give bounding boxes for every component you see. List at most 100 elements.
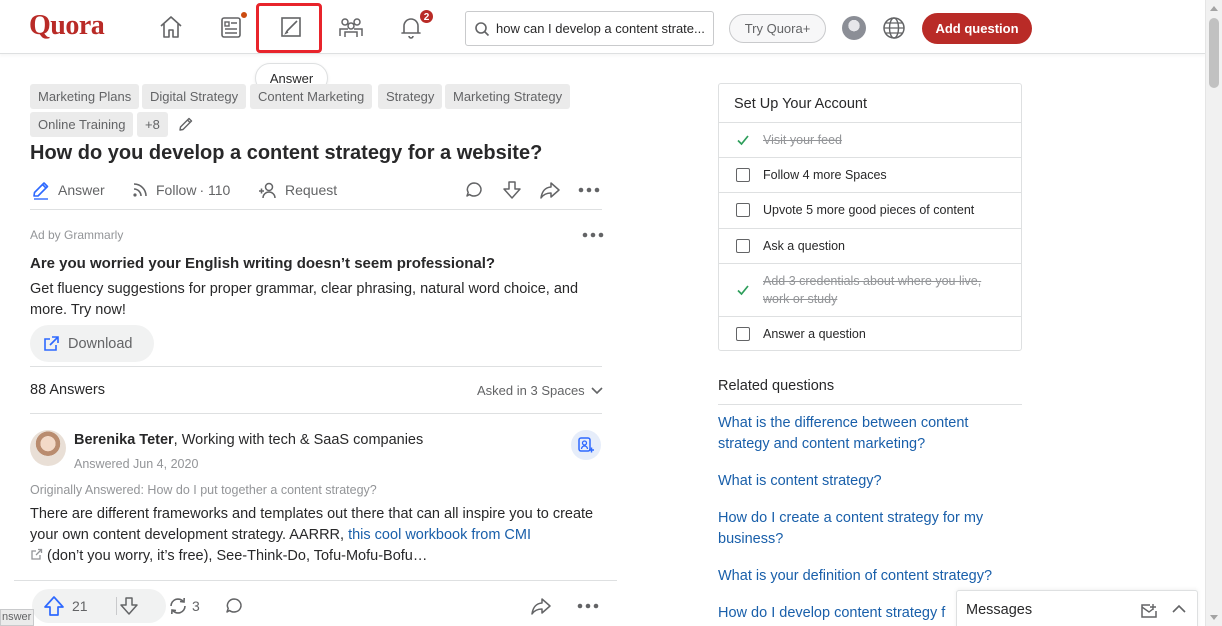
setup-item-label: Upvote 5 more good pieces of content [763, 203, 975, 217]
follow-person-icon [578, 437, 594, 453]
reshare-icon [170, 597, 186, 615]
answer-comment-icon[interactable] [224, 589, 244, 623]
topic-chip[interactable]: Strategy [378, 84, 443, 109]
ad-label[interactable]: Ad by Grammarly [30, 228, 123, 242]
setup-item[interactable]: Answer a question [719, 316, 1021, 351]
related-questions-title: Related questions [718, 378, 835, 394]
answer-share-icon[interactable] [530, 589, 552, 623]
follow-label: Follow [156, 182, 197, 198]
answer-date[interactable]: Answered Jun 4, 2020 [74, 457, 198, 471]
setup-item-label: Answer a question [763, 327, 866, 341]
page-scrollbar[interactable] [1205, 0, 1222, 626]
messages-label: Messages [966, 602, 1033, 618]
spaces-icon[interactable] [334, 10, 368, 44]
topic-chip[interactable]: Marketing Plans [30, 84, 140, 109]
share-count-button[interactable]: 3 [167, 589, 200, 623]
scroll-up-arrow-icon[interactable] [1210, 6, 1218, 11]
upvote-button[interactable]: 21 [42, 589, 88, 623]
share-icon[interactable] [539, 176, 561, 204]
divider [30, 209, 602, 210]
setup-item-label: Add 3 credentials about where you live, … [763, 274, 982, 306]
pill-divider [116, 597, 117, 615]
corner-status-tab: nswer [0, 609, 34, 626]
share-count: 3 [192, 598, 200, 614]
topic-chip[interactable]: Content Marketing [250, 84, 373, 109]
related-question-link[interactable]: How do I create a content strategy for m… [718, 508, 1018, 550]
setup-item-label: Visit your feed [763, 133, 842, 147]
request-button[interactable]: Request [257, 176, 337, 204]
red-highlight-annotation [256, 3, 322, 53]
related-question-link[interactable]: What is your definition of content strat… [718, 566, 1018, 587]
setup-card-title: Set Up Your Account [734, 96, 868, 112]
language-globe-icon[interactable] [881, 15, 907, 41]
answer-text-part2: (don’t you worry, it’s free), See-Think-… [47, 548, 428, 564]
upvote-arrow-icon [44, 596, 64, 616]
follow-question-button[interactable]: Follow · 110 [130, 176, 230, 204]
compose-message-icon[interactable] [1140, 603, 1158, 619]
checkmark-icon [737, 285, 749, 296]
profile-avatar[interactable] [842, 16, 866, 40]
download-label: Download [68, 335, 133, 352]
more-options-icon[interactable] [578, 176, 600, 204]
downvote-button[interactable] [118, 589, 140, 623]
setup-item[interactable]: Visit your feed [719, 122, 1021, 157]
more-topics-chip[interactable]: +8 [137, 112, 168, 137]
quora-logo[interactable]: Quora [29, 10, 105, 42]
divider [30, 366, 602, 367]
answer-button[interactable]: Answer [30, 176, 105, 204]
comment-icon[interactable] [464, 176, 484, 204]
ad-more-options-icon[interactable] [582, 228, 604, 242]
setup-item[interactable]: Follow 4 more Spaces [719, 157, 1021, 192]
question-title[interactable]: How do you develop a content strategy fo… [30, 142, 542, 165]
search-box[interactable] [465, 11, 714, 46]
checkbox-icon[interactable] [736, 168, 750, 182]
topic-chip[interactable]: Online Training [30, 112, 134, 137]
scrollbar-thumb[interactable] [1209, 18, 1219, 88]
setup-item[interactable]: Ask a question [719, 228, 1021, 263]
author-name[interactable]: Berenika Teter [74, 432, 174, 448]
feed-notification-dot [240, 11, 248, 19]
home-icon[interactable] [154, 10, 188, 44]
search-icon [475, 21, 490, 36]
checkbox-icon[interactable] [736, 239, 750, 253]
add-question-button[interactable]: Add question [922, 13, 1032, 44]
chevron-down-icon [591, 386, 603, 394]
upvote-count: 21 [72, 598, 88, 614]
asked-in-spaces-dropdown[interactable]: Asked in 3 Spaces [477, 383, 603, 398]
checkbox-icon[interactable] [736, 327, 750, 341]
answer-body[interactable]: There are different frameworks and templ… [30, 504, 610, 567]
setup-account-card: Set Up Your Account Visit your feed Foll… [718, 83, 1022, 351]
notification-count-badge: 2 [419, 9, 434, 24]
answers-count: 88 Answers [30, 382, 105, 398]
originally-answered[interactable]: Originally Answered: How do I put togeth… [30, 483, 377, 497]
ad-download-button[interactable]: Download [30, 325, 154, 362]
topic-chip[interactable]: Marketing Strategy [445, 84, 571, 109]
downvote-icon[interactable] [501, 176, 523, 204]
cmi-workbook-link[interactable]: this cool workbook from CMI [348, 527, 531, 543]
related-question-link[interactable]: What is content strategy? [718, 471, 1018, 492]
search-input[interactable] [496, 21, 706, 36]
follow-author-button[interactable] [571, 430, 601, 460]
related-question-link[interactable]: How do I develop content strategy f [718, 603, 958, 624]
setup-item-label: Ask a question [763, 239, 845, 253]
external-link-icon [44, 335, 59, 351]
author-avatar[interactable] [30, 430, 66, 466]
ad-body[interactable]: Get fluency suggestions for proper gramm… [30, 279, 610, 321]
setup-item-label: Follow 4 more Spaces [763, 168, 887, 182]
messages-dock[interactable]: Messages [956, 590, 1198, 626]
ad-headline[interactable]: Are you worried your English writing doe… [30, 255, 495, 272]
related-question-link[interactable]: What is the difference between content s… [718, 413, 1018, 455]
topic-chip[interactable]: Digital Strategy [142, 84, 247, 109]
answer-more-options-icon[interactable] [577, 589, 599, 623]
try-quora-plus-button[interactable]: Try Quora+ [729, 14, 826, 43]
edit-topics-pencil-icon[interactable] [177, 116, 194, 133]
following-feed-icon[interactable] [214, 10, 248, 44]
scroll-down-arrow-icon[interactable] [1210, 615, 1218, 620]
author-credential: , Working with tech & SaaS companies [173, 432, 424, 448]
setup-item[interactable]: Upvote 5 more good pieces of content [719, 192, 1021, 228]
setup-item[interactable]: Add 3 credentials about where you live, … [719, 263, 1021, 316]
top-navbar: Quora 2 Try Quora+ Add question [0, 0, 1205, 54]
notifications-bell-icon[interactable]: 2 [394, 9, 434, 44]
chevron-up-icon[interactable] [1172, 604, 1186, 614]
checkbox-icon[interactable] [736, 203, 750, 217]
